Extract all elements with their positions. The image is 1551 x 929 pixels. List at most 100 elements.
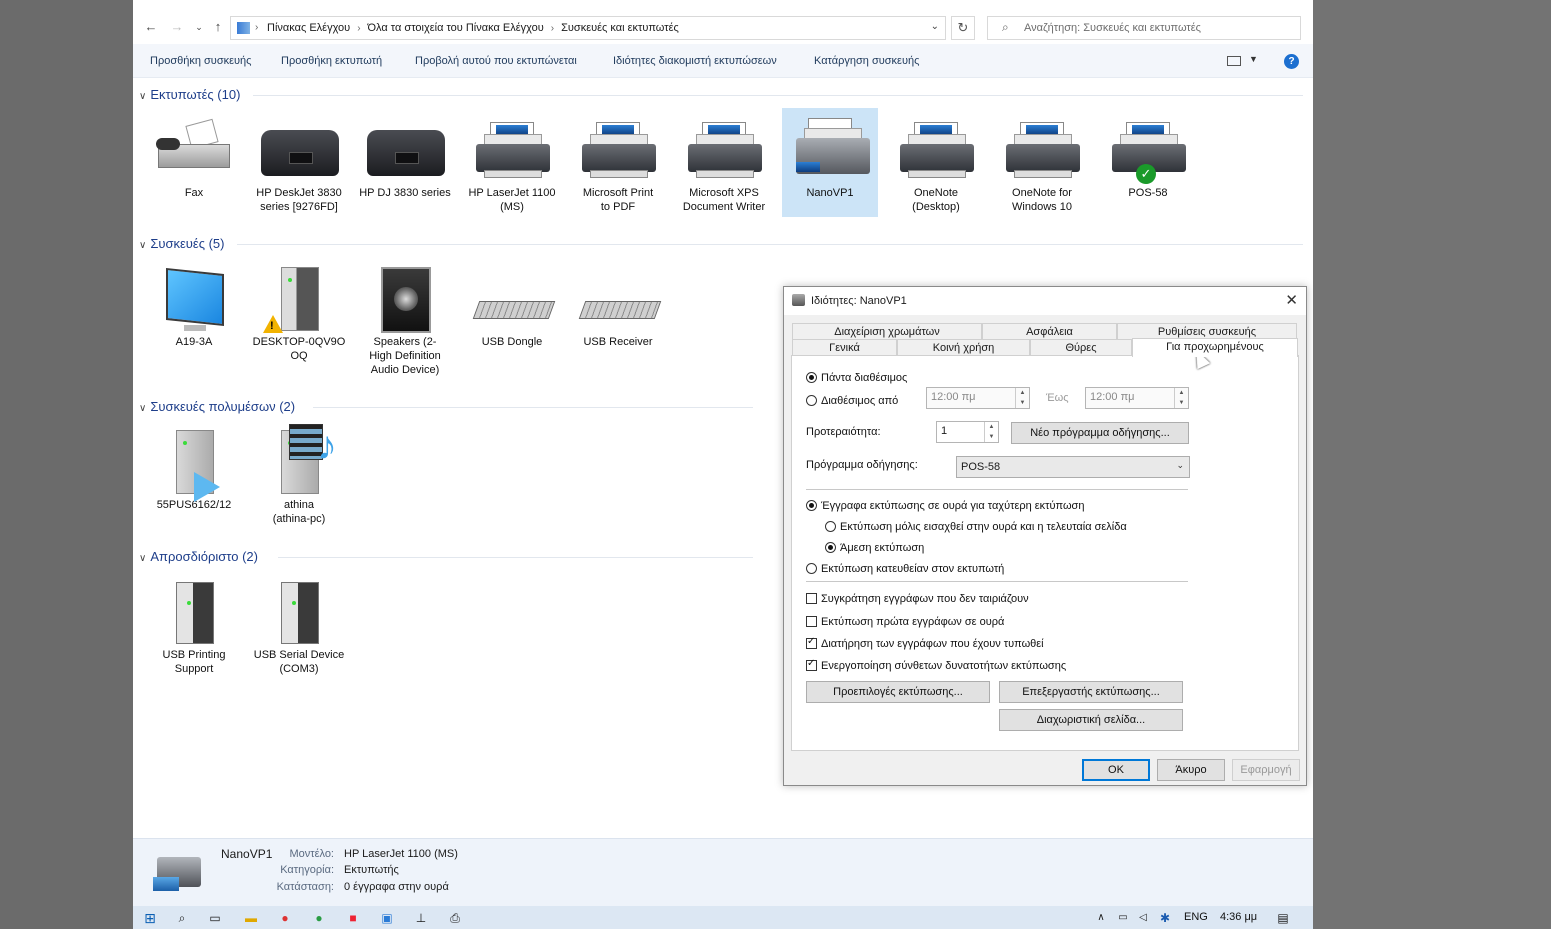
hold-mismatched-label: Συγκράτηση εγγράφων που δεν ταιριάζουν: [821, 593, 1029, 605]
add-printer-button[interactable]: Προσθήκη εκτυπωτή: [281, 55, 382, 67]
network-tray-icon[interactable]: ▭: [1115, 910, 1131, 926]
tray-chevron-up-icon[interactable]: ∧: [1093, 910, 1109, 926]
group-divider: [237, 244, 1303, 245]
device-athina[interactable]: ♪ athina (athina-pc): [249, 420, 349, 526]
start-after-last-page-radio[interactable]: [825, 521, 836, 532]
view-options-icon[interactable]: [1227, 56, 1241, 66]
device-55pus6162[interactable]: 55PUS6162/12: [144, 420, 244, 512]
back-icon[interactable]: ←: [143, 19, 159, 35]
available-to-time[interactable]: 12:00 πμ ▲ ▼: [1085, 387, 1189, 409]
command-bar: Προσθήκη συσκευής Προσθήκη εκτυπωτή Προβ…: [133, 44, 1313, 78]
print-direct-radio[interactable]: [806, 563, 817, 574]
network-app-icon[interactable]: ⊥: [413, 910, 429, 926]
cancel-button[interactable]: Άκυρο: [1157, 759, 1225, 781]
group-multimedia-header[interactable]: ∨ Συσκευές πολυμέσων (2): [139, 399, 295, 414]
search-input[interactable]: ⌕ Αναζήτηση: Συσκευές και εκτυπωτές: [987, 16, 1301, 40]
up-icon[interactable]: ↑: [210, 19, 226, 35]
keyboard-icon: [568, 257, 668, 335]
app-red-icon[interactable]: ■: [345, 910, 361, 926]
new-driver-button[interactable]: Νέο πρόγραμμα οδήγησης...: [1011, 422, 1189, 444]
keep-printed-checkbox[interactable]: [806, 636, 817, 649]
tab-sharing[interactable]: Κοινή χρήση: [897, 339, 1030, 356]
search-icon[interactable]: ⌕: [174, 910, 190, 926]
chrome-icon[interactable]: ●: [277, 910, 293, 926]
tab-advanced[interactable]: Για προχωρημένους: [1132, 338, 1298, 357]
tab-color-management[interactable]: Διαχείριση χρωμάτων: [792, 323, 982, 340]
breadcrumb-item[interactable]: Όλα τα στοιχεία του Πίνακα Ελέγχου: [368, 22, 544, 34]
driver-select[interactable]: POS-58 ⌄: [956, 456, 1190, 478]
devices-app-icon[interactable]: ⎙: [447, 910, 463, 926]
print-server-properties-button[interactable]: Ιδιότητες διακομιστή εκτυπώσεων: [613, 55, 777, 67]
language-indicator[interactable]: ENG: [1184, 911, 1208, 923]
recent-dropdown-icon[interactable]: ⌄: [191, 19, 207, 35]
device-onenote-desktop[interactable]: OneNote (Desktop): [886, 108, 986, 214]
close-icon[interactable]: ✕: [1285, 291, 1298, 309]
crumb-separator: ›: [357, 23, 361, 34]
tab-general[interactable]: Γενικά: [792, 339, 897, 356]
device-usb-dongle[interactable]: USB Dongle: [462, 257, 562, 349]
device-hp-deskjet-3830[interactable]: HP DeskJet 3830 series [9276FD]: [249, 108, 349, 214]
group-printers-header[interactable]: ∨ Εκτυπωτές (10): [139, 87, 240, 102]
priority-spinner-icon[interactable]: ▲ ▼: [984, 422, 998, 442]
notifications-icon[interactable]: ▤: [1275, 910, 1291, 926]
device-fax[interactable]: Fax: [144, 108, 244, 200]
details-state: 0 έγγραφα στην ουρά: [344, 881, 449, 893]
device-a19-3a[interactable]: A19-3A: [144, 257, 244, 349]
available-from-time[interactable]: 12:00 πμ ▲ ▼: [926, 387, 1030, 409]
dialog-titlebar: Ιδιότητες: NanoVP1 ✕: [784, 287, 1306, 315]
bluetooth-tray-icon[interactable]: ✱: [1157, 910, 1173, 926]
help-icon[interactable]: ?: [1284, 54, 1299, 69]
group-unspecified-header[interactable]: ∨ Απροσδιόριστο (2): [139, 549, 258, 564]
priority-input[interactable]: 1 ▲ ▼: [936, 421, 999, 443]
start-windows-icon[interactable]: ⊞: [142, 910, 158, 926]
clock[interactable]: 4:36 μμ: [1220, 911, 1257, 923]
device-pos-58[interactable]: ✓ POS-58: [1098, 108, 1198, 200]
printer-icon: [674, 108, 774, 186]
laser-printer-icon: [782, 108, 878, 186]
device-hp-dj-3830[interactable]: HP DJ 3830 series: [355, 108, 455, 200]
separator-page-button[interactable]: Διαχωριστική σελίδα...: [999, 709, 1183, 731]
time-spinner-icon[interactable]: ▲ ▼: [1174, 388, 1188, 408]
apply-button[interactable]: Εφαρμογή: [1232, 759, 1300, 781]
device-usb-printing-support[interactable]: USB Printing Support: [144, 570, 244, 676]
device-nanovp1[interactable]: NanoVP1: [782, 108, 878, 217]
device-speakers[interactable]: Speakers (2- High Definition Audio Devic…: [355, 257, 455, 377]
add-device-button[interactable]: Προσθήκη συσκευής: [150, 55, 251, 67]
view-dropdown-icon[interactable]: ▼: [1249, 54, 1258, 64]
spool-radio[interactable]: [806, 500, 817, 511]
printing-defaults-button[interactable]: Προεπιλογές εκτύπωσης...: [806, 681, 990, 703]
device-microsoft-xps[interactable]: Microsoft XPS Document Writer: [674, 108, 774, 214]
ok-button[interactable]: ΟΚ: [1082, 759, 1150, 781]
refresh-icon[interactable]: ↻: [951, 16, 975, 40]
file-explorer-icon[interactable]: ▬: [243, 910, 259, 926]
spooled-first-checkbox[interactable]: [806, 616, 817, 627]
device-desktop[interactable]: ! DESKTOP-0QV9O OQ: [249, 257, 349, 363]
address-field[interactable]: › Πίνακας Ελέγχου › Όλα τα στοιχεία του Πί…: [230, 16, 946, 40]
print-processor-button[interactable]: Επεξεργαστής εκτύπωσης...: [999, 681, 1183, 703]
device-usb-serial[interactable]: USB Serial Device (COM3): [249, 570, 349, 676]
breadcrumb-item[interactable]: Συσκευές και εκτυπωτές: [561, 22, 679, 34]
tab-security[interactable]: Ασφάλεια: [982, 323, 1117, 340]
forward-icon[interactable]: →: [169, 19, 185, 35]
time-spinner-icon[interactable]: ▲ ▼: [1015, 388, 1029, 408]
group-devices-header[interactable]: ∨ Συσκευές (5): [139, 236, 224, 251]
device-hp-laserjet-1100[interactable]: HP LaserJet 1100 (MS): [462, 108, 562, 214]
breadcrumb-item[interactable]: Πίνακας Ελέγχου: [267, 22, 350, 34]
remove-device-button[interactable]: Κατάργηση συσκευής: [814, 55, 919, 67]
volume-icon[interactable]: ◁: [1135, 910, 1151, 926]
hold-mismatched-checkbox[interactable]: [806, 593, 817, 604]
task-view-icon[interactable]: ▭: [207, 910, 223, 926]
always-available-radio[interactable]: [806, 372, 817, 383]
device-usb-receiver[interactable]: USB Receiver: [568, 257, 668, 349]
advanced-features-checkbox[interactable]: [806, 658, 817, 671]
control-panel-taskbar-icon[interactable]: ▣: [379, 910, 395, 926]
address-dropdown-icon[interactable]: ⌄: [931, 21, 939, 32]
tab-ports[interactable]: Θύρες: [1030, 339, 1132, 356]
see-printing-button[interactable]: Προβολή αυτού που εκτυπώνεται: [415, 55, 577, 67]
start-immediately-radio[interactable]: [825, 542, 836, 553]
app-green-icon[interactable]: ●: [311, 910, 327, 926]
device-microsoft-print-to-pdf[interactable]: Microsoft Print to PDF: [568, 108, 668, 214]
divider: [806, 489, 1188, 490]
device-onenote-windows-10[interactable]: OneNote for Windows 10: [992, 108, 1092, 214]
available-from-radio[interactable]: [806, 395, 817, 406]
